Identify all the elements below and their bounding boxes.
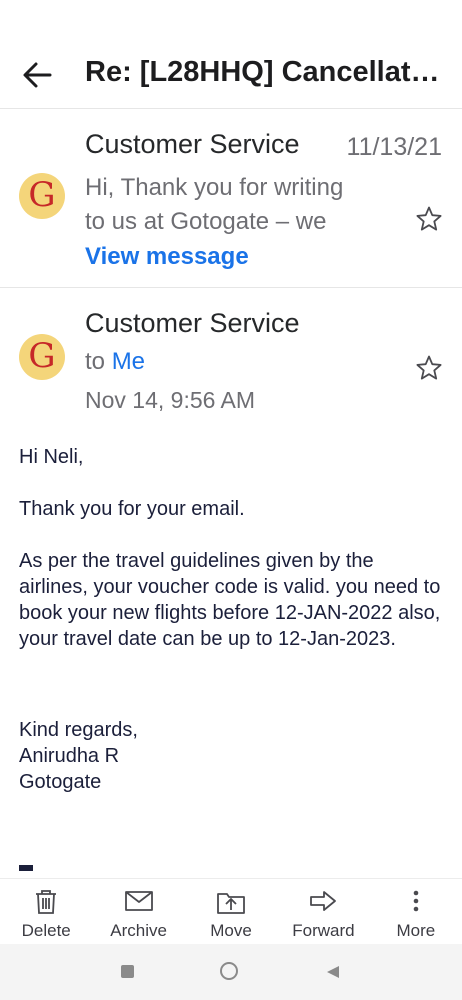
delete-button[interactable]: Delete: [0, 879, 92, 945]
message-snippet: Hi, Thank you for writing to us at Gotog…: [85, 171, 385, 239]
more-label: More: [396, 921, 436, 940]
move-label: Move: [210, 921, 252, 940]
view-message-link[interactable]: View message: [85, 243, 249, 271]
forward-label: Forward: [292, 921, 355, 940]
closing: Kind regards,: [19, 719, 138, 741]
avatar-letter: G: [28, 175, 56, 215]
cut-off-text: [19, 865, 33, 871]
trash-icon: [36, 890, 57, 914]
sender-name: Customer Service: [85, 129, 300, 159]
archive-label: Archive: [110, 921, 167, 940]
star-icon[interactable]: [415, 205, 443, 233]
expanded-message-header: G Customer Service to Me Nov 14, 9:56 AM: [0, 288, 462, 428]
home-icon[interactable]: [220, 962, 238, 980]
message-datetime: Nov 14, 9:56 AM: [85, 387, 256, 413]
recents-icon[interactable]: [121, 965, 134, 978]
archive-icon: [124, 891, 153, 911]
body-paragraph: As per the travel guidelines given by th…: [19, 550, 441, 650]
recipient-name[interactable]: Me: [112, 348, 145, 375]
to-prefix: to: [85, 348, 106, 375]
nav-back-icon[interactable]: [325, 964, 341, 980]
action-toolbar: Delete Archive Move Forward More: [0, 878, 462, 945]
delete-label: Delete: [21, 921, 71, 940]
collapsed-message[interactable]: G Customer Service 11/13/21 Hi, Thank yo…: [0, 109, 462, 288]
move-button[interactable]: Move: [185, 879, 277, 945]
more-icon: [413, 890, 419, 912]
sender-avatar: G: [19, 173, 65, 219]
message-date: 11/13/21: [346, 133, 442, 161]
thanks-line: Thank you for your email.: [19, 498, 245, 520]
forward-icon: [310, 891, 337, 911]
snippet-line: Hi, Thank you for writing: [85, 174, 344, 201]
greeting: Hi Neli,: [19, 446, 84, 468]
snippet-line: to us at Gotogate – we: [85, 208, 327, 235]
move-icon: [217, 893, 245, 914]
more-button[interactable]: More: [370, 879, 462, 945]
recipient-line: to Me: [85, 348, 145, 376]
back-arrow-icon[interactable]: [20, 58, 54, 92]
message-body: Hi Neli, Thank you for your email. As pe…: [19, 444, 444, 795]
star-icon[interactable]: [415, 354, 443, 382]
forward-button[interactable]: Forward: [277, 879, 369, 945]
sender-avatar: G: [19, 334, 65, 380]
avatar-letter: G: [28, 336, 56, 376]
archive-button[interactable]: Archive: [92, 879, 184, 945]
system-nav-bar: [0, 944, 462, 1000]
signature-company: Gotogate: [19, 771, 102, 793]
sender-name: Customer Service: [85, 308, 300, 338]
email-header: Re: [L28HHQ] Cancellation: [0, 0, 462, 109]
signature-name: Anirudha R: [19, 745, 120, 767]
email-subject: Re: [L28HHQ] Cancellation: [85, 56, 445, 88]
